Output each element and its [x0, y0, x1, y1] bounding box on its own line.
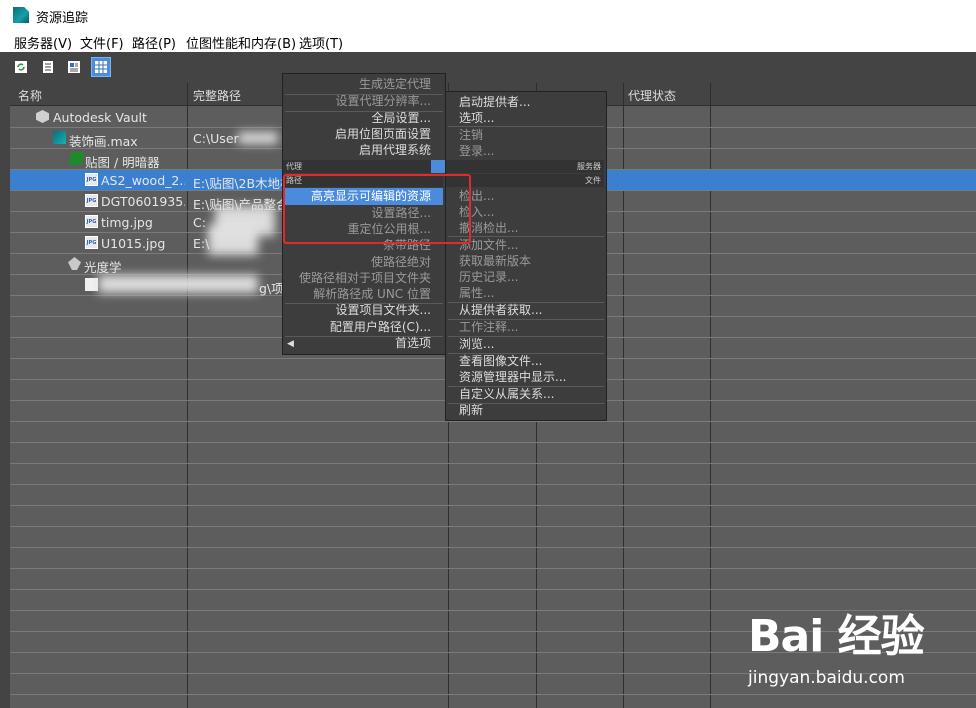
menu-file[interactable]: 文件(F) [80, 33, 124, 52]
menu-item-preferences[interactable]: 首选项 [395, 335, 431, 352]
menu-item-set-project-folder[interactable]: 设置项目文件夹... [336, 302, 431, 319]
menu-item-get-latest[interactable]: 获取最新版本 [459, 253, 531, 270]
section-proxy: 代理 [283, 160, 457, 173]
column-proxy-status[interactable]: 代理状态 [628, 87, 676, 104]
menu-server[interactable]: 服务器(V) [14, 33, 72, 52]
vault-icon [36, 110, 49, 123]
row-separator [10, 547, 976, 548]
title-bar: 资源追踪 [0, 0, 976, 30]
menu-item-refresh[interactable]: 刷新 [459, 402, 483, 419]
column-full-path[interactable]: 完整路径 [193, 87, 241, 104]
row-separator [10, 589, 976, 590]
row-name: Autodesk Vault [53, 110, 147, 125]
menu-item-configure-user-paths[interactable]: 配置用户路径(C)... [330, 319, 431, 336]
thumbnail-icon [68, 61, 80, 73]
menu-item-proxy-resolution[interactable]: 设置代理分辨率... [336, 93, 431, 110]
row-separator [10, 442, 976, 443]
document-icon [85, 278, 98, 291]
thumbnail-view-button[interactable] [64, 57, 84, 77]
row-separator [10, 421, 976, 422]
menu-item-enable-proxy[interactable]: 启用代理系统 [359, 142, 431, 159]
row-name: 光度学 [84, 260, 122, 275]
annotation-highlight-box [283, 174, 471, 244]
row-path: C:\User [193, 131, 239, 146]
max-file-icon [53, 131, 66, 144]
menu-item-options[interactable]: 选项... [459, 110, 494, 127]
row-name: 装饰画.max [69, 134, 138, 149]
row-name: DGT0601935... [101, 194, 185, 209]
menu-item-properties[interactable]: 属性... [459, 285, 494, 302]
row-path: E:\ [193, 236, 210, 251]
menu-item-logout[interactable]: 注销 [459, 127, 483, 144]
section-server: 服务器 [446, 160, 604, 173]
menu-item-browse[interactable]: 浏览... [459, 336, 494, 353]
menu-item-generate-proxy[interactable]: 生成选定代理 [359, 76, 431, 93]
menu-item-view-image[interactable]: 查看图像文件... [459, 353, 542, 370]
row-name: AS2_wood_2... [101, 173, 185, 188]
row-name: 贴图 / 明暗器 [85, 155, 160, 170]
column-name[interactable]: 名称 [18, 87, 42, 104]
jpg-icon: JPG [85, 215, 98, 228]
watermark-site: jingyan.baidu.com [748, 668, 905, 688]
menu-item-make-absolute[interactable]: 使路径绝对 [371, 254, 431, 271]
watermark-logo: Bai 经验 [748, 611, 925, 662]
file-menu: 启动提供者... 选项... 注销 登录... 服务器 文件 检出... 检入.… [445, 91, 607, 421]
list-icon [43, 61, 53, 73]
list-view-button[interactable] [38, 57, 58, 77]
submenu-arrow-icon: ◀ [287, 339, 294, 349]
table-view-button[interactable] [91, 57, 111, 77]
row-separator [10, 484, 976, 485]
window-title: 资源追踪 [36, 11, 89, 26]
row-name: U1015.jpg [101, 236, 166, 251]
row-separator [10, 505, 976, 506]
maps-icon [68, 152, 85, 165]
table-view-icon [95, 61, 107, 73]
menu-bitmap-performance[interactable]: 位图性能和内存(B) [186, 33, 296, 52]
jpg-icon: JPG [85, 173, 98, 186]
baidu-watermark: Bai 经验 jingyan.baidu.com [748, 600, 976, 708]
menu-bar: 服务器(V) 文件(F) 路径(P) 位图性能和内存(B) 选项(T) [0, 30, 976, 52]
app-icon [13, 7, 29, 23]
row-separator [10, 526, 976, 527]
menu-options[interactable]: 选项(T) [299, 33, 343, 52]
jpg-icon: JPG [85, 236, 98, 249]
row-path: C: [193, 215, 206, 230]
row-name: timg.jpg [101, 215, 153, 230]
row-separator [10, 463, 976, 464]
menu-item-login[interactable]: 登录... [459, 143, 494, 160]
photometric-icon [68, 257, 81, 270]
menu-item-make-relative[interactable]: 使路径相对于项目文件夹 [299, 270, 431, 287]
refresh-icon [15, 61, 27, 73]
menu-item-get-from-provider[interactable]: 从提供者获取... [459, 302, 542, 319]
menu-item-resolve-unc[interactable]: 解析路径成 UNC 位置 [313, 286, 431, 303]
menu-item-bitmap-page-setup[interactable]: 启用位图页面设置 [335, 126, 431, 143]
menu-item-global-settings[interactable]: 全局设置... [372, 110, 431, 127]
menu-item-history[interactable]: 历史记录... [459, 269, 518, 286]
row-path: g\项 [259, 281, 284, 296]
menu-item-show-in-explorer[interactable]: 资源管理器中显示... [459, 369, 566, 386]
menu-item-launch-provider[interactable]: 启动提供者... [459, 94, 530, 111]
menu-path[interactable]: 路径(P) [132, 33, 176, 52]
jpg-icon: JPG [85, 194, 98, 207]
row-separator [10, 568, 976, 569]
toolbar [0, 52, 976, 82]
row-path: E:\贴图\2B木地板 [193, 176, 283, 191]
menu-item-work-comments[interactable]: 工作注释... [459, 319, 518, 336]
menu-item-custom-dependencies[interactable]: 自定义从属关系... [459, 386, 554, 403]
refresh-button[interactable] [11, 57, 31, 77]
